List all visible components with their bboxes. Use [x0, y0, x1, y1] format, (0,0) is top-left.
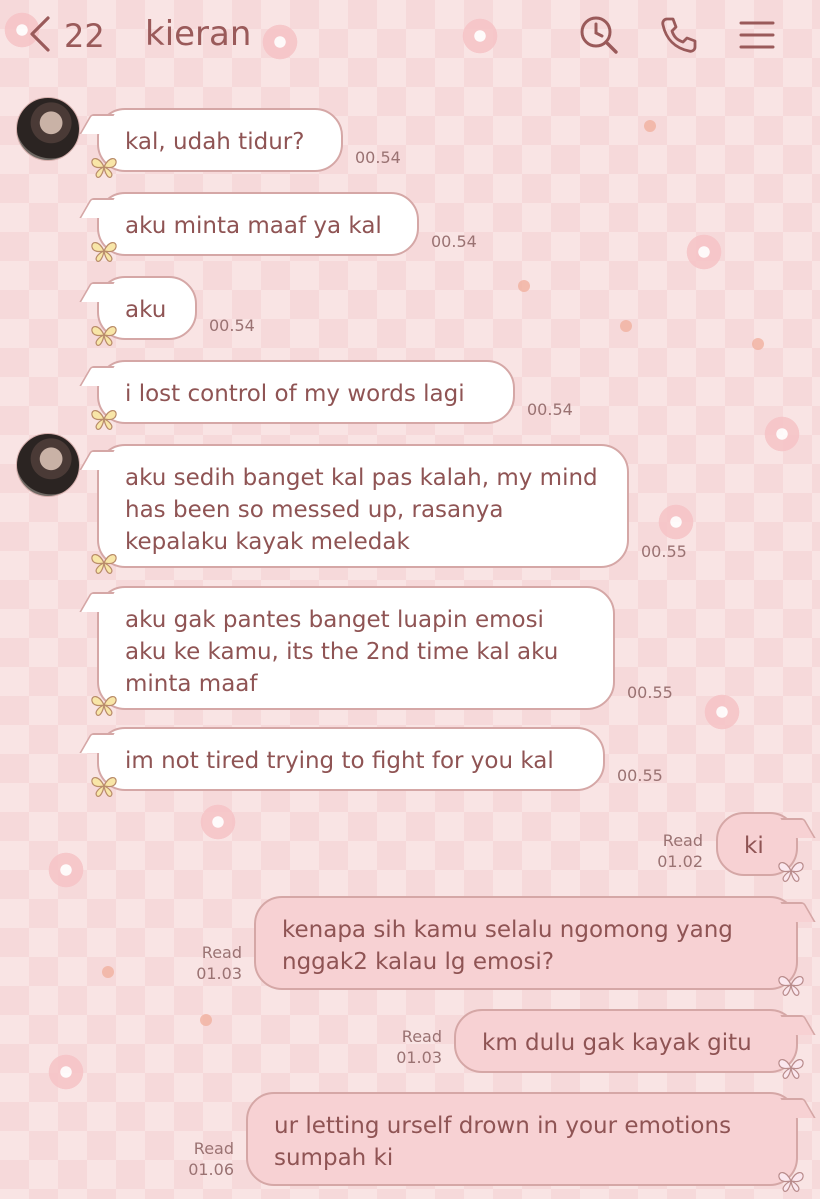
message-text: im not tired trying to fight for you kal — [125, 748, 554, 774]
message-time: 00.54 — [431, 232, 477, 251]
blossom-decoration — [196, 800, 240, 844]
chevron-left-icon — [26, 12, 54, 60]
blossom-decoration — [654, 500, 698, 544]
message-text: ur letting urself drown in your emotions… — [274, 1113, 732, 1171]
message-time: 00.55 — [641, 542, 687, 561]
message-text: i lost control of my words lagi — [125, 381, 465, 407]
message-text: aku sedih banget kal pas kalah, my mind … — [125, 465, 598, 555]
dot-decoration — [620, 320, 632, 332]
blossom-decoration — [682, 230, 726, 274]
dot-decoration — [200, 1014, 212, 1026]
menu-icon[interactable] — [736, 14, 778, 56]
butterfly-icon — [91, 554, 117, 574]
butterfly-icon — [91, 696, 117, 716]
read-status: Read — [201, 943, 242, 962]
blossom-decoration — [44, 848, 88, 892]
message-bubble-incoming[interactable]: aku sedih banget kal pas kalah, my mind … — [91, 444, 629, 574]
butterfly-icon — [778, 976, 804, 996]
message-time: 00.54 — [355, 148, 401, 167]
butterfly-icon — [778, 1172, 804, 1192]
blossom-decoration — [760, 412, 804, 456]
read-status: Read — [193, 1139, 234, 1158]
message-time: 00.54 — [209, 316, 255, 335]
message-time: 01.03 — [396, 1048, 442, 1067]
back-button[interactable]: 22 — [26, 12, 105, 60]
dot-decoration — [644, 120, 656, 132]
message-bubble-incoming[interactable]: aku — [91, 276, 197, 346]
message-text: aku gak pantes banget luapin emosi aku k… — [125, 607, 559, 697]
message-time: 01.06 — [188, 1160, 234, 1179]
message-time: 01.03 — [196, 964, 242, 983]
message-meta: Read 01.06 — [164, 1138, 234, 1180]
message-bubble-incoming[interactable]: kal, udah tidur? — [91, 108, 343, 178]
message-text: ki — [744, 833, 764, 859]
avatar[interactable] — [16, 97, 80, 161]
message-bubble-incoming[interactable]: aku minta maaf ya kal — [91, 192, 419, 262]
butterfly-icon — [91, 410, 117, 430]
butterfly-icon — [91, 158, 117, 178]
message-text: kal, udah tidur? — [125, 129, 305, 155]
read-status: Read — [401, 1027, 442, 1046]
dot-decoration — [102, 966, 114, 978]
dot-decoration — [752, 338, 764, 350]
dot-decoration — [518, 280, 530, 292]
message-bubble-outgoing[interactable]: ur letting urself drown in your emotions… — [246, 1092, 804, 1192]
message-text: aku — [125, 297, 167, 323]
contact-name: kieran — [145, 14, 252, 54]
read-status: Read — [662, 831, 703, 850]
message-meta: Read 01.02 — [633, 830, 703, 872]
butterfly-icon — [778, 1059, 804, 1079]
butterfly-icon — [778, 862, 804, 882]
message-text: kenapa sih kamu selalu ngomong yang ngga… — [282, 917, 733, 975]
avatar[interactable] — [16, 433, 80, 497]
blossom-decoration — [700, 690, 744, 734]
butterfly-icon — [91, 326, 117, 346]
message-text: km dulu gak kayak gitu — [482, 1030, 752, 1056]
message-bubble-outgoing[interactable]: ki — [716, 812, 804, 882]
message-meta: Read 01.03 — [172, 942, 242, 984]
message-time: 01.02 — [657, 852, 703, 871]
message-bubble-incoming[interactable]: aku gak pantes banget luapin emosi aku k… — [91, 586, 615, 716]
message-bubble-outgoing[interactable]: kenapa sih kamu selalu ngomong yang ngga… — [254, 896, 804, 996]
message-bubble-outgoing[interactable]: km dulu gak kayak gitu — [454, 1009, 804, 1079]
message-time: 00.55 — [627, 683, 673, 702]
chat-header: 22 kieran — [0, 0, 820, 72]
message-time: 00.54 — [527, 400, 573, 419]
message-bubble-incoming[interactable]: i lost control of my words lagi — [91, 360, 515, 430]
message-text: aku minta maaf ya kal — [125, 213, 382, 239]
message-meta: Read 01.03 — [372, 1026, 442, 1068]
message-time: 00.55 — [617, 766, 663, 785]
butterfly-icon — [91, 242, 117, 262]
unread-count: 22 — [64, 17, 105, 55]
blossom-decoration — [44, 1050, 88, 1094]
search-clock-icon[interactable] — [578, 14, 620, 56]
message-bubble-incoming[interactable]: im not tired trying to fight for you kal — [91, 727, 605, 797]
phone-icon[interactable] — [658, 14, 700, 56]
butterfly-icon — [91, 777, 117, 797]
